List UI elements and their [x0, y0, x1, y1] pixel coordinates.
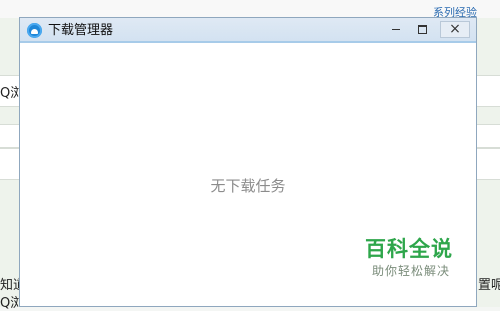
minimize-icon — [392, 29, 400, 30]
background-text-fragment: Q浏 — [0, 296, 19, 311]
maximize-button[interactable] — [410, 21, 434, 38]
background-text-fragment: Q浏 — [0, 86, 19, 101]
background-text-fragment: 知道 — [0, 278, 19, 293]
window-title: 下载管理器 — [48, 23, 114, 38]
close-icon: × — [449, 21, 461, 37]
close-button[interactable]: × — [440, 21, 470, 38]
minimize-button[interactable] — [384, 21, 408, 38]
maximize-icon — [417, 25, 427, 34]
background-text-fragment: 置呢 — [478, 278, 500, 293]
background-top-bar — [0, 0, 500, 18]
watermark-title: 百科全说 — [365, 237, 453, 261]
window-titlebar[interactable]: 下载管理器 × — [20, 18, 476, 43]
empty-downloads-message: 无下载任务 — [210, 177, 286, 195]
watermark-subtitle: 助你轻松解决 — [372, 264, 451, 278]
download-manager-app-icon — [27, 23, 42, 38]
